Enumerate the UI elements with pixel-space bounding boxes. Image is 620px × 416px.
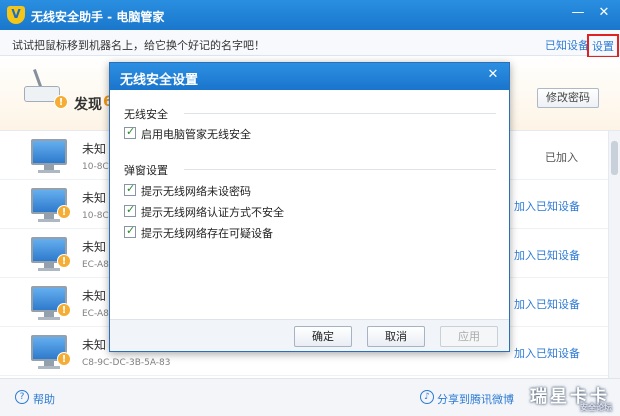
checkbox-checked[interactable]: [124, 182, 136, 196]
dialog-close-button[interactable]: ✕: [484, 66, 502, 84]
checkbox-checked[interactable]: [124, 125, 136, 139]
section-divider: [184, 113, 496, 114]
cancel-button[interactable]: 取消: [367, 326, 425, 347]
title-bar: V 无线安全助手 - 电脑管家 — ✕: [0, 0, 620, 30]
dialog-footer: 确定 取消 应用: [110, 319, 509, 351]
apply-button: 应用: [440, 326, 498, 347]
checkbox-checked[interactable]: [124, 224, 136, 238]
wireless-security-settings-dialog: 无线安全设置 ✕ 无线安全 启用电脑管家无线安全 弹窗设置 提示无线网络未设密码…: [109, 62, 510, 352]
app-title: 无线安全助手 - 电脑管家: [31, 10, 165, 24]
option-label: 提示无线网络未设密码: [141, 185, 251, 198]
section-popup-settings-title: 弹窗设置: [124, 164, 168, 177]
minimize-button[interactable]: —: [566, 3, 590, 23]
section-wireless-security-title: 无线安全: [124, 108, 168, 121]
dialog-title-bar: 无线安全设置 ✕: [110, 63, 509, 90]
option-label: 提示无线网络存在可疑设备: [141, 227, 273, 240]
section-divider: [184, 169, 496, 170]
dialog-title: 无线安全设置: [120, 73, 199, 88]
app-logo-icon: V: [7, 6, 25, 24]
close-button[interactable]: ✕: [592, 3, 616, 23]
ok-button[interactable]: 确定: [294, 326, 352, 347]
checkbox-checked[interactable]: [124, 203, 136, 217]
option-label: 启用电脑管家无线安全: [141, 128, 251, 141]
option-label: 提示无线网络认证方式不安全: [141, 206, 284, 219]
